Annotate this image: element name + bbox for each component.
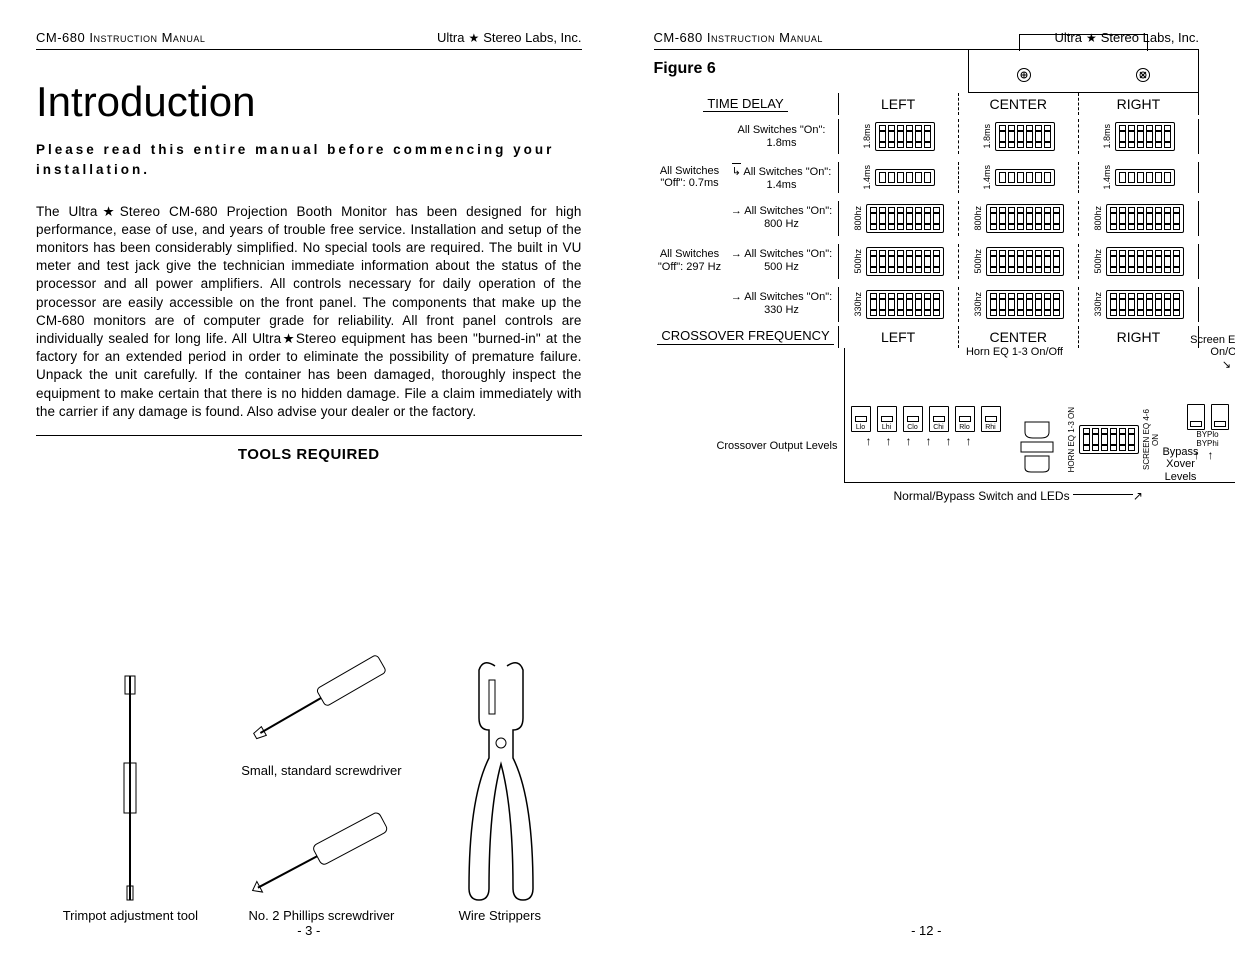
pot: Llo bbox=[851, 406, 871, 432]
dip-switch-icon bbox=[986, 247, 1064, 276]
tool-screwdrivers: Small, standard screwdriver No. 2 Philli… bbox=[231, 633, 411, 923]
chassis-outline bbox=[968, 50, 1200, 93]
dip-switch-icon bbox=[995, 169, 1055, 186]
dip-switch-icon bbox=[1115, 122, 1175, 151]
manual-title: CM-680 Instruction Manual bbox=[654, 30, 823, 45]
pot: Chi bbox=[929, 406, 949, 432]
dip-switch-icon bbox=[866, 247, 944, 276]
tools-figure: Trimpot adjustment tool Small, standard … bbox=[36, 469, 582, 923]
page-spread: CM-680 Instruction Manual Ultra ★ Stereo… bbox=[0, 0, 1235, 954]
row-500hz: All Switches "Off": 297 Hz → All Switche… bbox=[654, 240, 1200, 283]
time-delay-header: TIME DELAY LEFT CENTER RIGHT bbox=[654, 93, 1200, 115]
page-title: Introduction bbox=[36, 78, 582, 126]
dip-switch-icon bbox=[1106, 247, 1184, 276]
phillips-screwdriver-icon bbox=[231, 798, 411, 908]
bypass-pot bbox=[1187, 404, 1205, 430]
figure-6: Figure 6 TIME DELAY LEFT CENTER bbox=[654, 50, 1200, 923]
dip-switch-icon bbox=[1106, 204, 1184, 233]
tool-trimpot: Trimpot adjustment tool bbox=[63, 668, 198, 923]
connector-icon bbox=[1017, 414, 1057, 474]
page-number-left: - 3 - bbox=[36, 923, 582, 938]
dip-switch-icon bbox=[875, 122, 935, 151]
xover-output-label: Crossover Output Levels bbox=[716, 440, 837, 453]
row-800hz: x → All Switches "On": 800 Hz 800hz 800h… bbox=[654, 197, 1200, 240]
manual-title: CM-680 Instruction Manual bbox=[36, 30, 205, 45]
header-left: CM-680 Instruction Manual Ultra ★ Stereo… bbox=[36, 30, 582, 50]
dip-switch-icon bbox=[986, 290, 1064, 319]
brand: Ultra ★ Stereo Labs, Inc. bbox=[437, 30, 582, 45]
trimpot-icon bbox=[100, 668, 160, 908]
bypass-label: Bypass Xover Levels bbox=[1151, 446, 1211, 484]
figure-title: Figure 6 bbox=[654, 60, 838, 78]
pot: Rlo bbox=[955, 406, 975, 432]
page-right: CM-680 Instruction Manual Ultra ★ Stereo… bbox=[618, 0, 1235, 954]
page-left: CM-680 Instruction Manual Ultra ★ Stereo… bbox=[0, 0, 618, 954]
screw-icon bbox=[1136, 68, 1150, 82]
dip-switch-icon bbox=[875, 169, 935, 186]
intro-body: The Ultra★Stereo CM-680 Projection Booth… bbox=[36, 203, 582, 422]
small-screwdriver-icon bbox=[231, 633, 411, 763]
eq-dip-icon bbox=[1079, 425, 1139, 454]
dip-switch-icon bbox=[866, 204, 944, 233]
read-first-notice: Please read this entire manual before co… bbox=[36, 140, 582, 181]
wire-strippers-icon bbox=[445, 648, 555, 908]
dip-switch-icon bbox=[986, 204, 1064, 233]
bottom-panel: Horn EQ 1-3 On/Off Screen EQ 4-6 On/Off↘… bbox=[844, 348, 1235, 483]
dip-switch-icon bbox=[866, 290, 944, 319]
pot: Rhi bbox=[981, 406, 1001, 432]
row-1-8ms: x All Switches "On": 1.8ms 1.8ms 1.8ms 1… bbox=[654, 115, 1200, 158]
dip-switch-icon bbox=[995, 122, 1055, 151]
divider bbox=[36, 435, 582, 436]
row-1-4ms: All Switches "Off": 0.7ms ↳ All Switches… bbox=[654, 158, 1200, 197]
row-330hz: x → All Switches "On": 330 Hz 330hz 330h… bbox=[654, 283, 1200, 326]
dip-switch-icon bbox=[1106, 290, 1184, 319]
bypass-pot bbox=[1211, 404, 1229, 430]
star-icon: ★ bbox=[468, 31, 479, 45]
horn-eq-label: Horn EQ 1-3 On/Off bbox=[965, 346, 1065, 359]
pot: Clo bbox=[903, 406, 923, 432]
screen-eq-label: Screen EQ 4-6 On/Off↘ bbox=[1177, 334, 1235, 372]
dip-switch-icon bbox=[1115, 169, 1175, 186]
tool-wire-strippers: Wire Strippers bbox=[445, 648, 555, 923]
pot: Lhi bbox=[877, 406, 897, 432]
crossover-pots: Llo Lhi Clo Chi Rlo Rhi bbox=[851, 406, 1001, 432]
col-left: LEFT bbox=[839, 93, 959, 115]
tools-heading: TOOLS REQUIRED bbox=[36, 446, 582, 463]
col-center: CENTER bbox=[959, 93, 1079, 115]
page-number-right: - 12 - bbox=[654, 923, 1200, 938]
normal-bypass-label: Normal/Bypass Switch and LEDs ↗ bbox=[838, 489, 1200, 503]
col-right: RIGHT bbox=[1079, 93, 1198, 115]
crossover-header: CROSSOVER FREQUENCY LEFT CENTER RIGHT bbox=[654, 326, 1200, 348]
screw-icon bbox=[1017, 68, 1031, 82]
